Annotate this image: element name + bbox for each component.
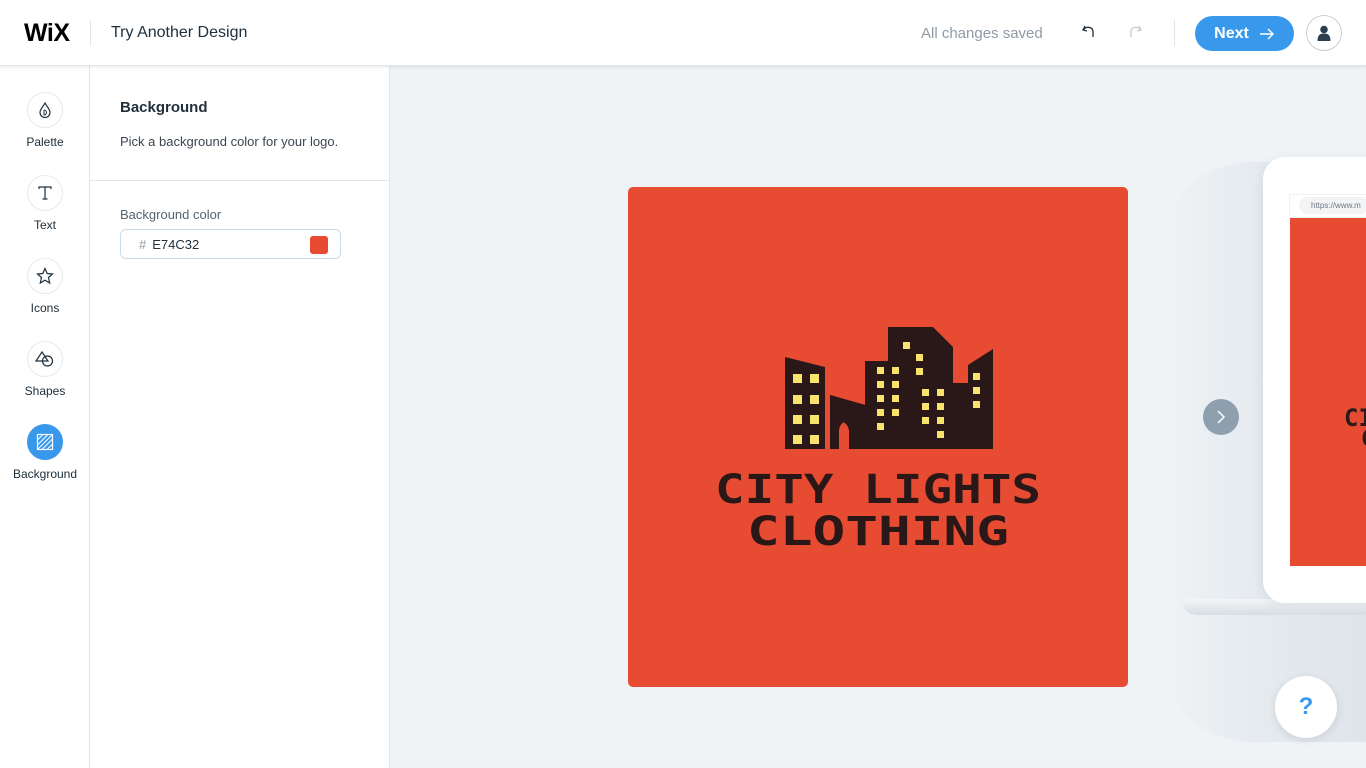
- rail-icon-circle: [27, 92, 63, 128]
- panel-divider: [90, 180, 389, 181]
- header-divider: [1174, 20, 1175, 46]
- rail-item-icons[interactable]: Icons: [0, 258, 90, 315]
- background-color-input[interactable]: # E74C32: [120, 229, 341, 259]
- save-status: All changes saved: [921, 25, 1043, 42]
- arrow-right-icon: [1259, 28, 1274, 39]
- page-title: Try Another Design: [111, 24, 248, 41]
- rail-label: Palette: [26, 135, 64, 149]
- header-divider: [90, 20, 91, 46]
- panel-description: Pick a background color for your logo.: [120, 134, 339, 149]
- rail-item-shapes[interactable]: Shapes: [0, 341, 90, 398]
- rail-icon-circle: [27, 424, 63, 460]
- hex-value[interactable]: E74C32: [152, 237, 199, 252]
- logo-preview: CITY LIGHTS CLOTHING: [628, 187, 1128, 687]
- mockup-url: https://www.m: [1299, 197, 1366, 214]
- undo-icon: [1082, 25, 1094, 37]
- chevron-right-icon: [1217, 410, 1226, 424]
- skyline-icon: [785, 327, 993, 449]
- mockup-screen: [1290, 218, 1366, 566]
- user-avatar-button[interactable]: [1306, 15, 1342, 51]
- rail-label: Shapes: [24, 384, 66, 398]
- rail-label: Text: [33, 218, 56, 232]
- next-label: Next: [1214, 24, 1249, 42]
- background-icon: [36, 433, 54, 451]
- rail-icon-circle: [27, 258, 63, 294]
- color-swatch[interactable]: [310, 236, 328, 254]
- preview-canvas: CITY LIGHTS CLOTHING https://www.m CI C …: [391, 67, 1366, 768]
- shapes-icon: [35, 350, 54, 367]
- user-icon: [1317, 25, 1331, 41]
- rail-icon-circle: [27, 175, 63, 211]
- text-icon: [38, 186, 52, 200]
- help-button[interactable]: ?: [1275, 676, 1337, 738]
- background-color-label: Background color: [120, 207, 222, 222]
- redo-icon: [1130, 25, 1142, 37]
- rail-item-text[interactable]: Text: [0, 175, 90, 232]
- rail-icon-circle: [27, 341, 63, 377]
- next-preview-button[interactable]: [1203, 399, 1239, 435]
- star-icon: [36, 267, 54, 285]
- undo-button[interactable]: [1077, 20, 1101, 44]
- background-panel: Background Pick a background color for y…: [90, 66, 390, 768]
- hash-prefix: #: [139, 236, 147, 252]
- droplet-icon: [39, 102, 51, 118]
- rail-item-palette[interactable]: Palette: [0, 92, 90, 149]
- rail-label: Icons: [30, 301, 60, 315]
- wix-logo[interactable]: WiX: [24, 20, 70, 46]
- panel-title: Background: [120, 99, 208, 116]
- mockup-logo-text: C: [1361, 427, 1366, 452]
- logo-line-1: CITY LIGHTS: [715, 467, 1041, 513]
- logo-line-2: CLOTHING: [747, 509, 1009, 555]
- next-button[interactable]: Next: [1195, 16, 1294, 51]
- city-skyline-logo: CITY LIGHTS CLOTHING: [715, 327, 1041, 555]
- tool-rail: Palette Text Icons Shapes Background: [0, 66, 90, 768]
- rail-item-background[interactable]: Background: [0, 424, 90, 481]
- top-bar: WiX Try Another Design All changes saved…: [0, 0, 1366, 66]
- rail-label: Background: [12, 467, 78, 481]
- redo-button[interactable]: [1123, 20, 1147, 44]
